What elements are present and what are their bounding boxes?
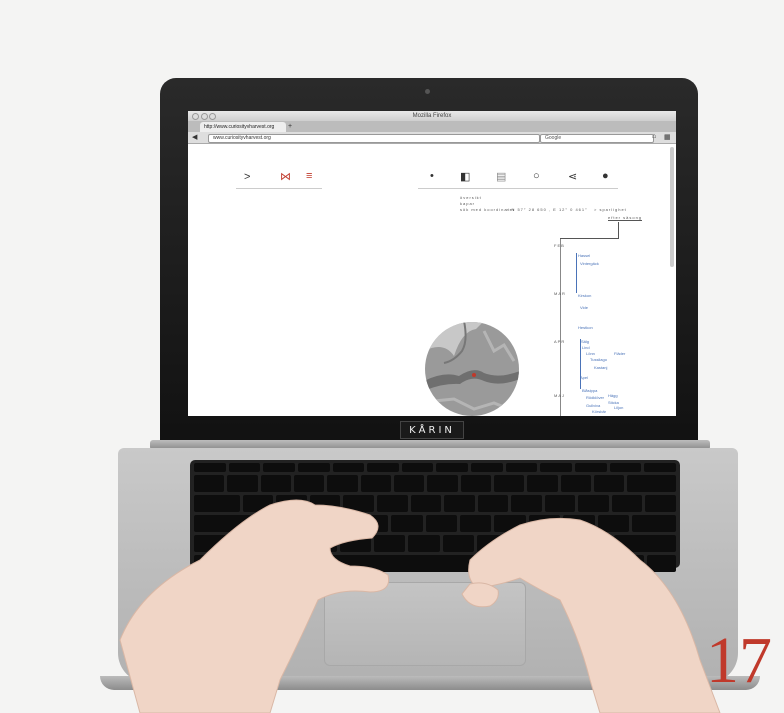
right-hand	[461, 517, 721, 713]
photo-number: 17	[706, 624, 772, 697]
hands	[119, 499, 721, 713]
left-hand	[119, 499, 390, 713]
